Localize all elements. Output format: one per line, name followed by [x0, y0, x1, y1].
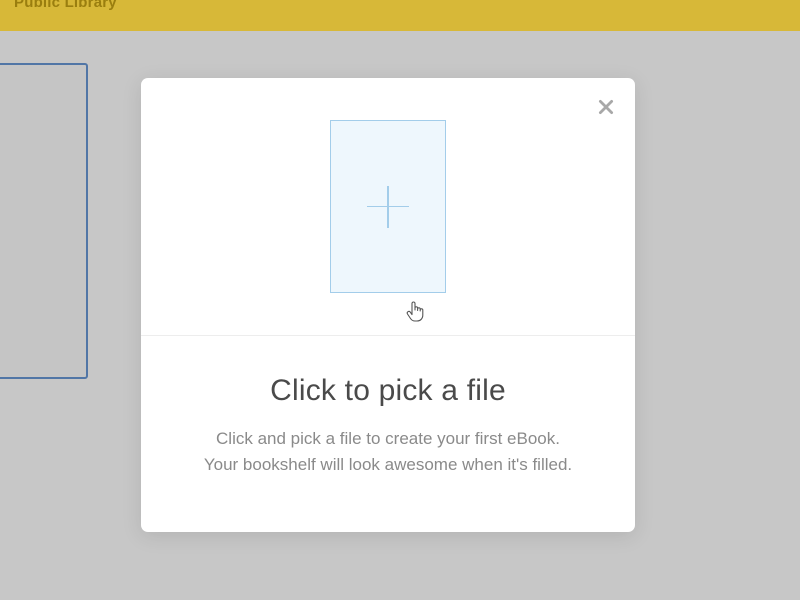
modal-body: Click to pick a file Click and pick a fi…	[141, 336, 635, 479]
onboarding-modal: Click to pick a file Click and pick a fi…	[141, 78, 635, 532]
pointer-cursor-icon	[403, 300, 427, 324]
modal-desc-line1: Click and pick a file to create your fir…	[216, 429, 560, 448]
page-title: Public Library	[14, 0, 117, 10]
plus-icon	[387, 186, 389, 228]
pick-file-illustration[interactable]	[330, 120, 446, 293]
modal-desc-line2: Your bookshelf will look awesome when it…	[204, 455, 572, 474]
modal-title: Click to pick a file	[165, 374, 611, 408]
modal-preview-section	[141, 78, 635, 336]
modal-description: Click and pick a file to create your fir…	[165, 426, 611, 479]
top-bar: Public Library	[0, 0, 800, 31]
